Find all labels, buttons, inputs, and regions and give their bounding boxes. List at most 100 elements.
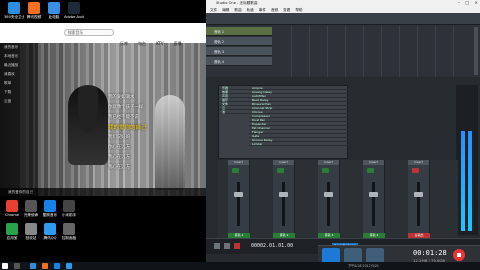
menu-item[interactable]: 帮助 [295, 7, 302, 13]
desktop-icon-label: Adobe Audition [64, 15, 84, 19]
player-header: 搜索音乐 [0, 23, 206, 43]
desktop-icon[interactable]: 腾讯QQ [40, 223, 60, 240]
fader-knob[interactable] [279, 192, 288, 197]
close-icon[interactable]: × [474, 0, 478, 7]
track-name: 音轨 4 [214, 60, 225, 64]
menu-item[interactable]: 歌曲 [234, 7, 241, 13]
player-nav-item[interactable]: 电台 [138, 41, 146, 47]
channel-fader[interactable] [417, 182, 420, 226]
desktop-icon[interactable]: 腾讯视频 [24, 2, 44, 19]
channel-fader[interactable] [237, 182, 240, 226]
player-nav-item[interactable]: 直播 [174, 41, 182, 47]
channel-fader[interactable] [327, 182, 330, 226]
search-icon[interactable] [14, 263, 20, 269]
taskbar: 下午8:26 2017/3/21 [0, 262, 480, 270]
desktop-icon[interactable]: 回收站 [21, 223, 41, 240]
taskbar-app-icon[interactable] [42, 263, 48, 269]
track-lanes[interactable] [274, 25, 466, 77]
player-nav-item[interactable]: 乐库 [120, 41, 128, 47]
browser-item[interactable]: Limiter [249, 142, 349, 146]
fader-knob[interactable] [369, 192, 378, 197]
track-name: 音轨 2 [214, 40, 225, 44]
desktop-icon[interactable]: Chrome [2, 200, 22, 217]
arrange-view[interactable]: 音轨 1 音轨 2 音轨 3 音轨 4 [206, 25, 480, 77]
sidebar-item[interactable]: 云盘 [0, 97, 38, 106]
lyric-line: 我的爱如潮水 [108, 95, 135, 100]
minimize-icon[interactable]: – [458, 0, 460, 7]
player-nav-item[interactable]: KTV [156, 41, 164, 47]
sidebar-item[interactable]: 歌单 [0, 79, 38, 88]
desktop-icon[interactable]: 控制面板 [59, 223, 79, 240]
channel-fader[interactable] [282, 182, 285, 226]
record-icon[interactable] [234, 243, 240, 249]
desktop-icon[interactable]: 光荣使命 [21, 200, 41, 217]
mixer-console[interactable]: Insert 音轨 1 Insert 音轨 2 Insert 音轨 3 Insert 音轨 4… [218, 160, 458, 238]
taskbar-app-icon[interactable] [30, 263, 36, 269]
lyric-line: 我心在远方 [108, 165, 130, 170]
mixer-channel[interactable]: Insert 音轨 4 [363, 160, 385, 238]
mixer-channel[interactable]: Insert 主输出 [408, 160, 430, 238]
desktop-icon[interactable]: 酷狗音乐 [40, 200, 60, 217]
channel-insert-label: Insert [408, 160, 429, 165]
sidebar-item[interactable]: 本地音乐 [0, 52, 38, 61]
fader-knob[interactable] [324, 192, 333, 197]
app-icon [63, 223, 75, 235]
sidebar-item[interactable]: 我的音乐 [0, 43, 38, 52]
track-header[interactable]: 音轨 4 [206, 57, 272, 66]
menu-item[interactable]: 文件 [210, 7, 217, 13]
app-icon [6, 200, 18, 212]
effects-browser[interactable]: 乐器 效果 声音 循环 文件云池 Ampire Analog Delay Autofilte… [218, 85, 349, 159]
taskbar-app-icon[interactable] [66, 263, 72, 269]
maximize-icon[interactable]: □ [465, 0, 469, 7]
desktop-icon[interactable]: Adobe Audition [64, 2, 84, 19]
app-icon [44, 223, 56, 235]
search-input[interactable]: 搜索音乐 [64, 29, 114, 36]
mute-button[interactable] [277, 168, 284, 173]
channel-fader[interactable] [372, 182, 375, 226]
desktop-icon[interactable]: 小米助手 [59, 200, 79, 217]
mute-button[interactable] [367, 168, 374, 173]
now-playing-bar[interactable]: 我的爱你的自己 [0, 188, 206, 196]
meter-right [468, 131, 472, 231]
desktop-icon-label: 应用宝 [6, 236, 18, 240]
taskbar-app-icon[interactable] [54, 263, 60, 269]
mixer-channel[interactable]: Insert 音轨 1 [228, 160, 250, 238]
menu-item[interactable]: 事件 [259, 7, 266, 13]
sidebar-item[interactable]: 我喜欢 [0, 70, 38, 79]
rewind-icon[interactable] [214, 243, 220, 249]
desktop-icon[interactable]: 应用宝 [2, 223, 22, 240]
desktop-icon-label: 酷狗音乐 [42, 213, 58, 217]
fader-knob[interactable] [414, 192, 423, 197]
fader-knob[interactable] [234, 192, 243, 197]
mute-button[interactable] [322, 168, 329, 173]
app-icon [8, 2, 20, 14]
sidebar-item[interactable]: 最近播放 [0, 61, 38, 70]
mute-button[interactable] [232, 168, 239, 173]
start-icon[interactable] [2, 263, 8, 269]
desktop-icon-label: 光荣使命 [23, 213, 39, 217]
mute-button[interactable] [412, 168, 419, 173]
music-player-window[interactable]: 搜索音乐 乐库 电台 KTV 直播 我的音乐 本地音乐 最近播放 我喜欢 歌单 下载 云盘 我的爱… [0, 23, 206, 196]
browser-category[interactable]: 池 [219, 110, 249, 114]
track-header[interactable]: 音轨 2 [206, 37, 272, 46]
menu-item[interactable]: 编辑 [222, 7, 229, 13]
mixer-channel[interactable]: Insert 音轨 2 [273, 160, 295, 238]
stop-record-button[interactable] [453, 249, 465, 261]
menu-item[interactable]: 轨道 [247, 7, 254, 13]
track-name: 音轨 1 [214, 30, 225, 34]
vertical-scrollbar[interactable] [474, 27, 478, 75]
studio-one-window[interactable]: Studio One - 无标题歌曲 – □ × 文件 编辑 歌曲 轨道 事件 音频 查看帮… [206, 0, 480, 262]
mixer-channel[interactable]: Insert 音轨 3 [318, 160, 340, 238]
sidebar-item[interactable]: 下载 [0, 88, 38, 97]
menu-item[interactable]: 查看 [283, 7, 290, 13]
play-icon[interactable] [224, 243, 230, 249]
menu-item[interactable]: 音频 [271, 7, 278, 13]
track-header[interactable]: 音轨 1 [206, 27, 272, 36]
recording-time: 00:01:28 [413, 249, 447, 257]
desktop-icon[interactable]: 此电脑 [44, 2, 64, 19]
desktop-icon[interactable]: 360安全卫士 [4, 2, 24, 19]
channel-insert-label: Insert [318, 160, 339, 165]
channel-insert-label: Insert [228, 160, 249, 165]
track-header[interactable]: 音轨 3 [206, 47, 272, 56]
app-icon [63, 200, 75, 212]
